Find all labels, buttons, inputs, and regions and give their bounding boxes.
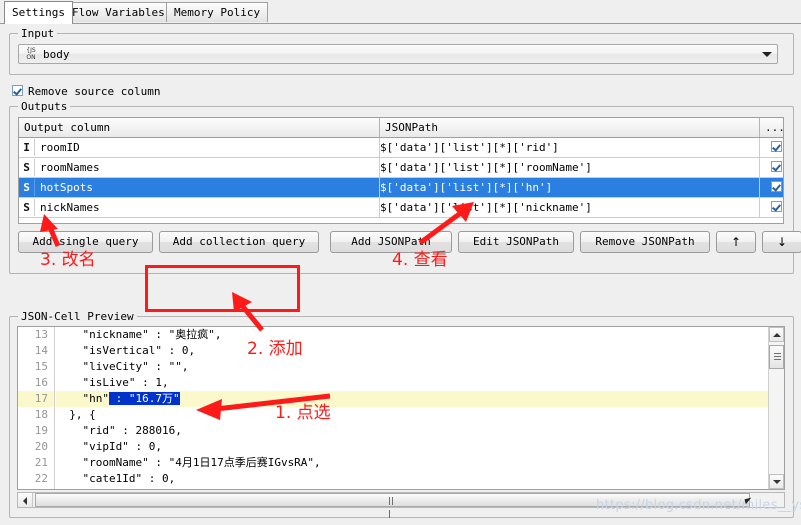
output-column-name: roomID [40, 141, 80, 154]
json-preview-legend: JSON-Cell Preview [18, 310, 137, 323]
code-line: "isVertical" : 0, [56, 344, 196, 357]
line-number: 14 [34, 344, 48, 357]
annotation-step-4: 4. 查看 [392, 250, 448, 270]
code-line: "rid" : 288016, [56, 424, 182, 437]
scroll-down-arrow-icon[interactable] [769, 474, 784, 489]
tab-memory-policy[interactable]: Memory Policy [166, 2, 269, 22]
remove-jsonpath-button[interactable]: Remove JSONPath [580, 231, 710, 253]
cell-dots-checkbox[interactable] [759, 197, 783, 218]
remove-source-column-checkbox[interactable]: Remove source column [12, 85, 160, 99]
line-number: 13 [34, 328, 48, 341]
column-header-dots[interactable]: ... [759, 118, 783, 138]
watermark-text: https://blog.csdn.net/miles__ys [596, 498, 801, 513]
json-icon-top: {JS [26, 47, 36, 54]
cell-output-column[interactable]: S hotSpots [19, 177, 380, 198]
cell-jsonpath[interactable]: $['data']['list'][*]['roomName'] [379, 157, 760, 178]
cell-jsonpath[interactable]: $['data']['list'][*]['rid'] [379, 137, 760, 158]
json-preview-group: JSON-Cell Preview 13 14 15 16 17 18 19 2… [9, 310, 794, 518]
json-icon-bottom: ON [26, 54, 36, 61]
scroll-up-arrow-icon[interactable] [769, 327, 784, 342]
annotation-step-3: 3. 改名 [40, 250, 96, 270]
line-number: 18 [34, 408, 48, 421]
move-up-button[interactable]: ↑ [716, 231, 756, 253]
code-line: "roomName" : "4月1日17点季后赛IGvsRA", [56, 456, 321, 469]
tab-settings[interactable]: Settings [4, 1, 73, 24]
code-line: "isLive" : 1, [56, 376, 169, 389]
type-icon-int: I [19, 139, 35, 156]
cell-output-column[interactable]: S nickNames [19, 197, 380, 218]
input-group-legend: Input [18, 27, 58, 40]
column-header-jsonpath[interactable]: JSONPath [379, 118, 760, 138]
column-header-output-column[interactable]: Output column [19, 118, 380, 138]
edit-jsonpath-button[interactable]: Edit JSONPath [458, 231, 574, 253]
line-number-gutter: 13 14 15 16 17 18 19 20 21 22 [18, 327, 55, 489]
json-code-lines[interactable]: "nickname" : "奥拉疯", "isVertical" : 0, "l… [56, 327, 768, 489]
output-column-name: hotSpots [40, 181, 93, 194]
annotation-highlight-box [145, 265, 300, 312]
line-number: 19 [34, 424, 48, 437]
cell-dots-checkbox[interactable] [759, 157, 783, 178]
dots-checkbox-icon[interactable] [771, 181, 782, 192]
input-column-combo[interactable]: {JS ON body [18, 44, 778, 64]
line-number: 20 [34, 440, 48, 453]
output-column-name: roomNames [40, 161, 100, 174]
json-preview-code-area[interactable]: 13 14 15 16 17 18 19 20 21 22 "nickname"… [17, 326, 785, 490]
line-number: 16 [34, 376, 48, 389]
table-header-row: Output column JSONPath ... Paths [19, 118, 783, 138]
code-line-prefix: "hn" [56, 392, 109, 405]
remove-source-column-label: Remove source column [28, 85, 161, 98]
dots-checkbox-icon[interactable] [771, 201, 782, 212]
move-down-button[interactable]: ↓ [762, 231, 801, 253]
table-row[interactable]: I roomID $['data']['list'][*]['rid'] [19, 137, 783, 158]
checkbox-icon[interactable] [12, 85, 23, 96]
dots-checkbox-icon[interactable] [771, 161, 782, 172]
cell-dots-checkbox[interactable] [759, 137, 783, 158]
selected-json-text[interactable]: : "16.7万" [108, 392, 180, 405]
code-line: "cate1Id" : 0, [56, 472, 176, 485]
code-line-highlighted[interactable]: "hn" : "16.7万" [56, 391, 768, 407]
cell-jsonpath[interactable]: $['data']['list'][*]['hn'] [379, 177, 760, 198]
code-line: "vipId" : 0, [56, 440, 162, 453]
type-icon-string: S [19, 199, 35, 216]
scroll-left-arrow-icon[interactable] [18, 493, 33, 507]
line-number: 15 [34, 360, 48, 373]
line-number-highlighted: 17 [18, 391, 54, 407]
code-line: "liveCity" : "", [56, 360, 189, 373]
input-column-value: body [43, 48, 70, 61]
code-line: "nickname" : "奥拉疯", [56, 328, 222, 341]
output-column-name: nickNames [40, 201, 100, 214]
input-group: Input {JS ON body [9, 27, 794, 75]
cell-output-column[interactable]: S roomNames [19, 157, 380, 178]
table-row[interactable]: S roomNames $['data']['list'][*]['roomNa… [19, 157, 783, 178]
table-row-selected[interactable]: S hotSpots $['data']['list'][*]['hn'] [19, 177, 783, 198]
chevron-down-icon[interactable] [757, 45, 777, 63]
knime-jsonpath-dialog: Settings Flow Variables Memory Policy In… [0, 0, 801, 525]
vertical-scrollbar-thumb[interactable] [769, 345, 784, 369]
outputs-table-wrapper: Output column JSONPath ... Paths I roomI… [18, 117, 784, 224]
dots-checkbox-icon[interactable] [771, 141, 782, 152]
cell-output-column[interactable]: I roomID [19, 137, 380, 158]
add-collection-query-button[interactable]: Add collection query [159, 231, 319, 253]
outputs-group-legend: Outputs [18, 100, 71, 113]
cell-dots-checkbox[interactable] [759, 177, 783, 198]
json-cell-icon: {JS ON [23, 47, 39, 63]
type-icon-string: S [19, 159, 35, 176]
table-row[interactable]: S nickNames $['data']['list'][*]['nickna… [19, 197, 783, 218]
line-number: 21 [34, 456, 48, 469]
cell-jsonpath[interactable]: $['data']['list'][*]['nickname'] [379, 197, 760, 218]
outputs-table: Output column JSONPath ... Paths I roomI… [19, 118, 783, 218]
preview-vertical-scrollbar[interactable] [768, 327, 784, 489]
tab-bar: Settings Flow Variables Memory Policy [0, 0, 801, 24]
code-line: }, { [56, 408, 96, 421]
outputs-table-body: I roomID $['data']['list'][*]['rid'] S r… [19, 137, 783, 218]
annotation-step-2: 2. 添加 [247, 339, 303, 359]
line-number: 22 [34, 472, 48, 485]
type-icon-string: S [19, 179, 35, 196]
annotation-step-1: 1. 点选 [275, 403, 331, 423]
tab-flow-variables[interactable]: Flow Variables [64, 2, 173, 22]
